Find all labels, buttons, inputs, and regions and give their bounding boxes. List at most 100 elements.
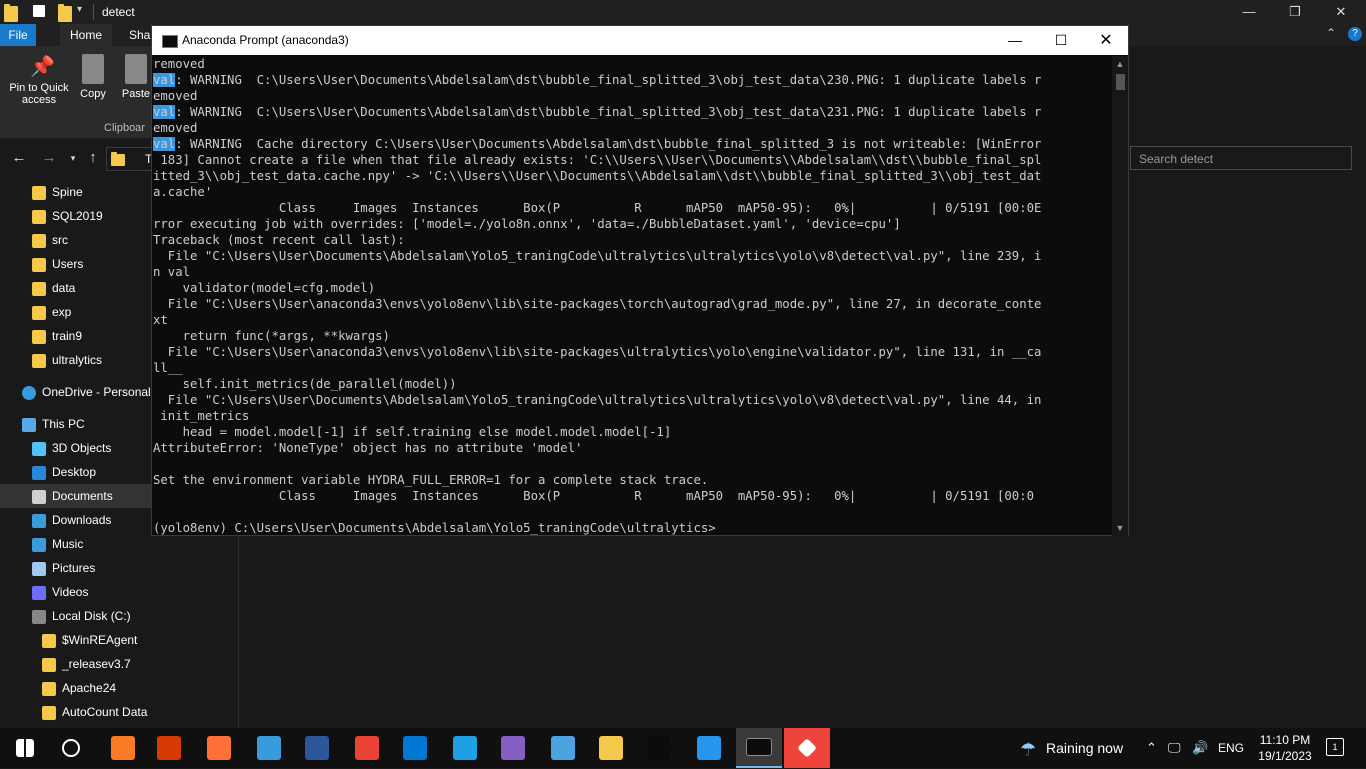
start-button[interactable] — [2, 728, 48, 768]
back-icon[interactable]: ← — [10, 148, 28, 168]
chevron-up-icon[interactable]: ⌃ — [1146, 728, 1157, 768]
tab-file[interactable]: File — [0, 24, 36, 46]
music-icon — [32, 537, 46, 552]
nav-item-label: Documents — [52, 489, 113, 503]
selected-text: val — [153, 105, 176, 119]
pin-quick-access-button[interactable]: 📌 Pin to Quick access — [6, 54, 72, 106]
folder-icon — [32, 209, 46, 224]
anaconda-prompt-icon — [746, 738, 772, 756]
terminal-line: itted_3\\obj_test_data.cache.npy' -> 'C:… — [153, 169, 1042, 183]
selected-text: val — [153, 137, 176, 151]
nav-item[interactable]: $WinREAgent — [0, 628, 238, 652]
chrome-icon — [355, 736, 379, 760]
chevron-up-icon[interactable]: ⌃ — [1326, 26, 1336, 40]
nav-item[interactable]: AutoCount Data — [0, 700, 238, 724]
terminal-app[interactable] — [636, 728, 682, 768]
terminal-line: File "C:\Users\User\anaconda3\envs\yolo8… — [153, 345, 1042, 359]
nav-item[interactable]: Apache24 — [0, 676, 238, 700]
recent-locations-icon[interactable]: ▾ — [64, 148, 82, 168]
folder-icon — [42, 681, 56, 696]
desktop-icon — [32, 465, 46, 480]
control-panel-app[interactable] — [246, 728, 292, 768]
search-button[interactable] — [48, 728, 94, 768]
forward-icon[interactable]: → — [40, 148, 58, 168]
file-explorer-icon — [599, 736, 623, 760]
scroll-down-icon[interactable]: ▼ — [1112, 520, 1128, 536]
terminal-line: Class Images Instances Box(P R mAP50 mAP… — [153, 489, 1034, 503]
terminal-titlebar[interactable]: Anaconda Prompt (anaconda3) — ☐ ✕ — [152, 26, 1128, 55]
nav-item[interactable]: Local Disk (C:) — [0, 604, 238, 628]
computer-icon — [22, 417, 36, 432]
terminal-line: val: WARNING C:\Users\User\Documents\Abd… — [153, 72, 1112, 88]
new-folder-icon[interactable] — [58, 4, 72, 22]
terminal-line: 183] Cannot create a file when that file… — [153, 153, 1042, 167]
terminal-line: File "C:\Users\User\Documents\Abdelsalam… — [153, 393, 1042, 407]
terminal-line: AttributeError: 'NoneType' object has no… — [153, 441, 583, 455]
nav-item-label: Users — [52, 257, 84, 271]
terminal-scrollbar[interactable]: ▲ ▼ — [1112, 56, 1128, 536]
help-icon[interactable]: ? — [1348, 27, 1362, 41]
office-app[interactable] — [146, 728, 192, 768]
docker-app[interactable] — [686, 728, 732, 768]
address-bar[interactable]: T — [106, 147, 154, 171]
maximize-icon[interactable]: ☐ — [1038, 26, 1084, 55]
minimize-icon[interactable]: — — [992, 26, 1038, 55]
properties-icon[interactable] — [33, 5, 45, 17]
nav-item[interactable]: _releasev3.7 — [0, 652, 238, 676]
terminal-line-text: : WARNING Cache directory C:\Users\User\… — [175, 137, 1042, 151]
up-icon[interactable]: ↑ — [84, 148, 102, 168]
visual-studio-app[interactable] — [490, 728, 536, 768]
word-app[interactable] — [294, 728, 340, 768]
terminal-line-text: : WARNING C:\Users\User\Documents\Abdels… — [175, 73, 1042, 87]
selected-text: val — [153, 73, 176, 87]
folder-icon — [32, 257, 46, 272]
folder-icon — [111, 152, 125, 166]
terminal-output[interactable]: removed val: WARNING C:\Users\User\Docume… — [152, 56, 1112, 536]
close-icon[interactable]: ✕ — [1083, 26, 1129, 55]
weather-widget[interactable]: ☂ Raining now — [1020, 728, 1123, 768]
tab-home[interactable]: Home — [60, 24, 113, 46]
terminal-line: Set the environment variable HYDRA_FULL_… — [153, 473, 709, 487]
nav-item-label: exp — [52, 305, 72, 319]
anydesk-app[interactable] — [784, 728, 830, 768]
search-input[interactable]: Search detect — [1130, 146, 1352, 170]
nav-item[interactable]: Pictures — [0, 556, 238, 580]
nav-item[interactable]: Videos — [0, 580, 238, 604]
edge-app[interactable] — [442, 728, 488, 768]
terminal-line: init_metrics — [153, 409, 250, 423]
terminal-line: ll__ — [153, 361, 183, 375]
pin-icon: 📌 — [30, 56, 55, 78]
close-icon[interactable]: ✕ — [1318, 0, 1364, 24]
umbrella-icon: ☂ — [1020, 739, 1037, 760]
terminal-line: rror executing job with overrides: ['mod… — [153, 217, 901, 231]
notifications-icon[interactable]: 1 — [1326, 738, 1344, 756]
anaconda-prompt-app[interactable] — [736, 728, 782, 768]
anaconda-prompt-window[interactable]: Anaconda Prompt (anaconda3) — ☐ ✕ remove… — [151, 25, 1129, 536]
folder-icon — [32, 353, 46, 368]
folder-icon — [4, 4, 18, 22]
restore-icon[interactable]: ❐ — [1272, 0, 1318, 24]
copy-button[interactable]: Copy — [78, 54, 108, 100]
paste-button[interactable]: Paste — [120, 54, 152, 100]
scroll-thumb[interactable] — [1116, 74, 1125, 90]
firefox-app[interactable] — [196, 728, 242, 768]
terminal-lines: removed val: WARNING C:\Users\User\Docume… — [152, 56, 1112, 536]
volume-icon[interactable]: 🔊 — [1192, 728, 1208, 768]
chevron-down-icon[interactable]: ▾ — [77, 4, 91, 20]
xampp-app[interactable] — [100, 728, 146, 768]
language-indicator[interactable]: ENG — [1218, 728, 1244, 768]
network-icon[interactable]: 🖵 — [1168, 728, 1181, 768]
cube-icon — [32, 441, 46, 456]
vscode-app[interactable] — [392, 728, 438, 768]
terminal-title: Anaconda Prompt (anaconda3) — [182, 33, 349, 47]
clock[interactable]: 11:10 PM 19/1/2023 — [1250, 732, 1320, 764]
network-app[interactable] — [540, 728, 586, 768]
ribbon-home: 📌 Pin to Quick access Copy Paste Clipboa… — [0, 46, 152, 138]
minimize-icon[interactable]: — — [1226, 0, 1272, 24]
scroll-up-icon[interactable]: ▲ — [1112, 56, 1128, 72]
terminal-line: Class Images Instances Box(P R mAP50 mAP… — [153, 201, 1042, 215]
file-explorer-app[interactable] — [588, 728, 634, 768]
chrome-app[interactable] — [344, 728, 390, 768]
